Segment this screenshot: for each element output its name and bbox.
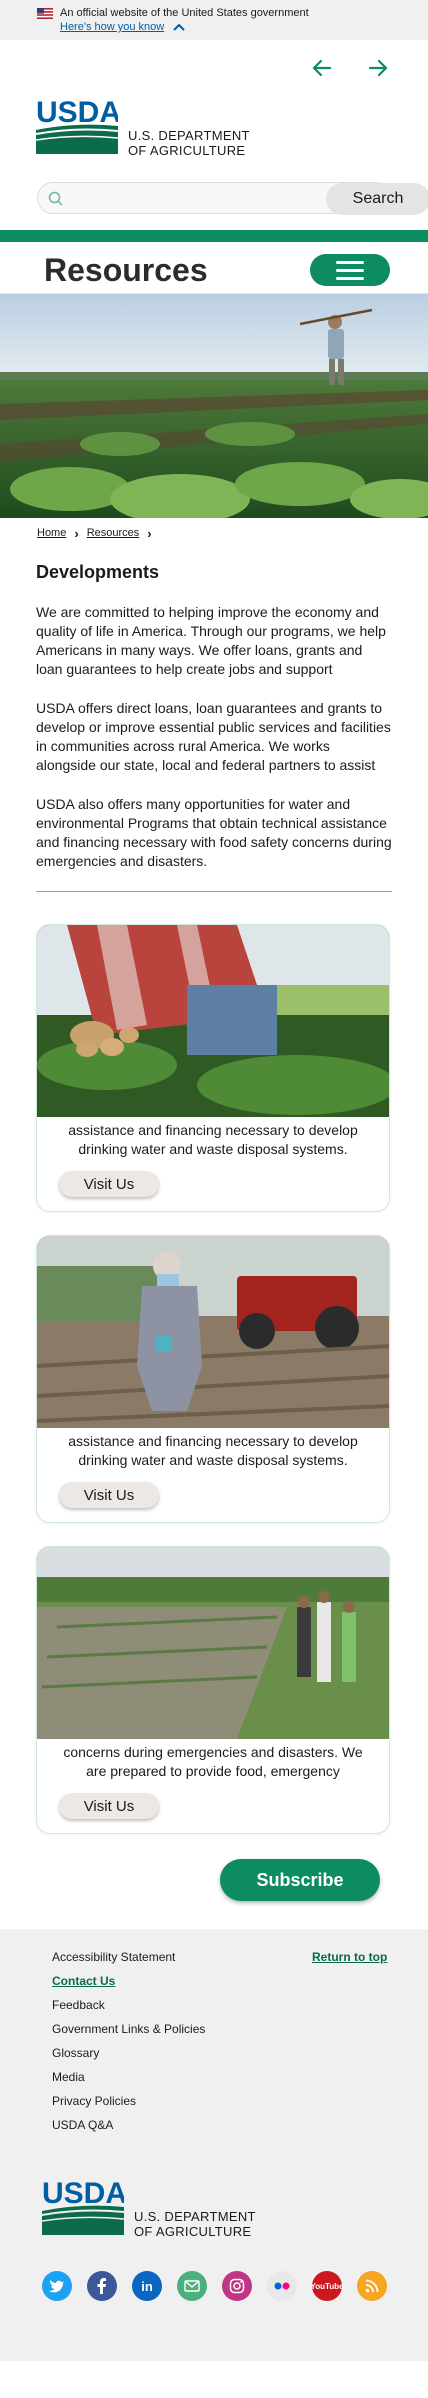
footer: Accessibility Statement Contact Us Feedb… bbox=[0, 1929, 428, 2361]
how-you-know-link[interactable]: Here's how you know bbox=[60, 20, 164, 34]
svg-text:USDA: USDA bbox=[42, 2177, 124, 2210]
section-heading: Developments bbox=[36, 562, 160, 582]
main-content: Developments We are committed to helping… bbox=[0, 548, 428, 1834]
footer-link-government-links[interactable]: Government Links & Policies bbox=[52, 2017, 392, 2041]
subscribe-section: Subscribe bbox=[0, 1857, 428, 1929]
paragraph: We are committed to helping improve the … bbox=[36, 604, 386, 677]
resource-card: assistance and financing necessary to de… bbox=[36, 1235, 390, 1523]
section-divider bbox=[36, 891, 392, 892]
breadcrumb-resources[interactable]: Resources bbox=[87, 527, 140, 539]
hero-image bbox=[0, 294, 428, 518]
linkedin-icon[interactable]: in bbox=[132, 2271, 162, 2301]
search-button[interactable]: Search bbox=[326, 183, 428, 215]
youtube-icon[interactable]: YouTube bbox=[310, 2271, 344, 2301]
dept-line-1: U.S. DEPARTMENT bbox=[128, 128, 250, 143]
header-accent-bar bbox=[0, 230, 428, 242]
arrow-right-icon bbox=[368, 59, 388, 77]
breadcrumb-separator-icon: › bbox=[147, 525, 152, 541]
official-site-text: An official website of the United States… bbox=[60, 7, 309, 19]
department-name: U.S. DEPARTMENT OF AGRICULTURE bbox=[128, 128, 250, 158]
back-arrow-button[interactable] bbox=[300, 46, 344, 90]
paragraph: USDA offers direct loans, loan guarantee… bbox=[36, 700, 391, 773]
card-image-farmer-tractor bbox=[37, 1236, 389, 1428]
card-text: assistance and financing necessary to de… bbox=[68, 1433, 358, 1468]
card-image-potatoes bbox=[37, 925, 389, 1117]
instagram-icon[interactable] bbox=[222, 2271, 252, 2301]
hamburger-icon bbox=[336, 260, 364, 264]
visit-us-button[interactable]: Visit Us bbox=[59, 1171, 159, 1197]
arrow-left-icon bbox=[312, 59, 332, 77]
footer-logo[interactable]: USDA U.S. DEPARTMENT OF AGRICULTURE bbox=[42, 2177, 392, 2257]
dept-line-2: OF AGRICULTURE bbox=[134, 2224, 252, 2239]
search-input[interactable] bbox=[70, 187, 270, 211]
footer-link-feedback[interactable]: Feedback bbox=[52, 1993, 392, 2017]
visit-us-button[interactable]: Visit Us bbox=[59, 1793, 159, 1819]
card-image-rice-field bbox=[37, 1547, 389, 1739]
top-navigation bbox=[0, 40, 428, 96]
paragraph: USDA also offers many opportunities for … bbox=[36, 796, 392, 869]
header-logo[interactable]: USDA U.S. DEPARTMENT OF AGRICULTURE bbox=[0, 96, 428, 176]
breadcrumb-separator-icon: › bbox=[74, 525, 79, 541]
menu-button[interactable] bbox=[310, 254, 390, 286]
footer-link-glossary[interactable]: Glossary bbox=[52, 2041, 392, 2065]
page-header: Resources bbox=[0, 242, 428, 294]
page-title: Resources bbox=[44, 252, 208, 288]
search-box: Search bbox=[37, 182, 428, 215]
resource-card: assistance and financing necessary to de… bbox=[36, 924, 390, 1212]
search-bar: Search bbox=[0, 176, 428, 226]
gov-banner: An official website of the United States… bbox=[0, 0, 428, 40]
breadcrumb-home[interactable]: Home bbox=[37, 527, 66, 539]
facebook-icon[interactable] bbox=[87, 2271, 117, 2301]
usda-logo: USDA bbox=[36, 96, 118, 154]
resource-card: concerns during emergencies and disaster… bbox=[36, 1546, 390, 1834]
return-to-top-link[interactable]: Return to top bbox=[312, 1945, 387, 1969]
footer-link-qa[interactable]: USDA Q&A bbox=[52, 2113, 392, 2137]
svg-text:USDA: USDA bbox=[36, 96, 118, 129]
card-text: concerns during emergencies and disaster… bbox=[63, 1744, 363, 1779]
footer-link-media[interactable]: Media bbox=[52, 2065, 392, 2089]
twitter-icon[interactable] bbox=[42, 2271, 72, 2301]
flickr-icon[interactable] bbox=[267, 2271, 297, 2301]
forward-arrow-button[interactable] bbox=[356, 46, 400, 90]
visit-us-button[interactable]: Visit Us bbox=[59, 1482, 159, 1508]
department-name: U.S. DEPARTMENT OF AGRICULTURE bbox=[134, 2209, 256, 2239]
dept-line-1: U.S. DEPARTMENT bbox=[134, 2209, 256, 2224]
chevron-up-icon[interactable] bbox=[173, 23, 185, 31]
footer-link-contact[interactable]: Contact Us bbox=[52, 1969, 392, 1993]
email-icon[interactable] bbox=[177, 2271, 207, 2301]
subscribe-button[interactable]: Subscribe bbox=[220, 1859, 380, 1901]
rss-icon[interactable] bbox=[357, 2271, 387, 2301]
footer-link-privacy[interactable]: Privacy Policies bbox=[52, 2089, 392, 2113]
social-links: in YouTube bbox=[42, 2271, 392, 2301]
breadcrumb: Home › Resources › bbox=[0, 518, 428, 548]
dept-line-2: OF AGRICULTURE bbox=[128, 143, 246, 158]
card-text: assistance and financing necessary to de… bbox=[68, 1122, 358, 1157]
usda-logo: USDA bbox=[42, 2177, 124, 2235]
us-flag-icon bbox=[37, 8, 53, 19]
search-icon bbox=[48, 191, 63, 206]
